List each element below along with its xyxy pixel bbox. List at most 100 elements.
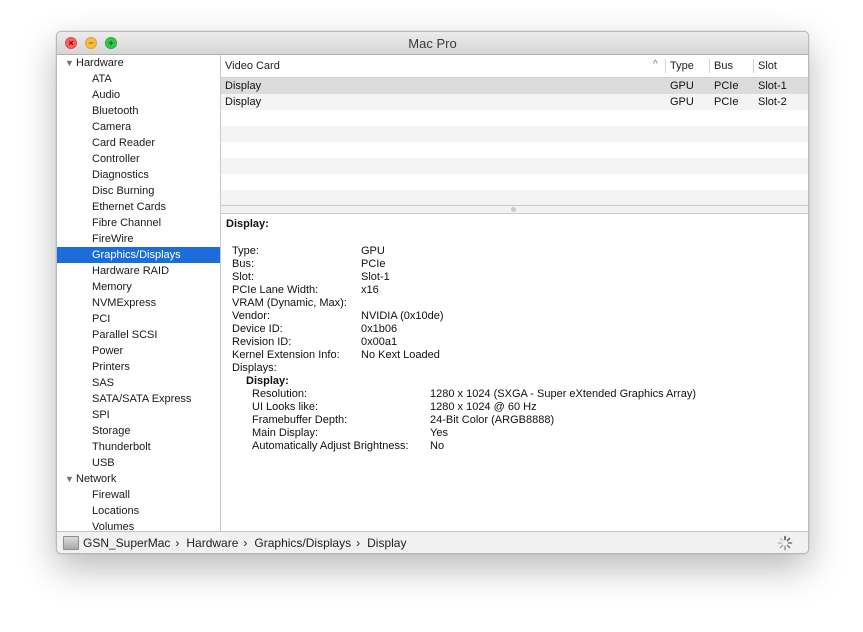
sort-ascending-icon[interactable]: ^ xyxy=(653,59,658,70)
table-cell: Slot-1 xyxy=(758,80,787,92)
sidebar-item[interactable]: Bluetooth xyxy=(57,103,220,119)
sidebar-item-label: SPI xyxy=(92,409,110,421)
divider-handle-icon[interactable] xyxy=(511,207,516,212)
disclosure-triangle-icon[interactable]: ▼ xyxy=(65,55,74,71)
sidebar: ▼ Hardware ATA Audio Bluetooth Camera Card Rea… xyxy=(57,55,221,531)
detail-field-label: UI Looks like: xyxy=(252,401,319,413)
detail-field-label: Kernel Extension Info: xyxy=(232,349,340,361)
table-cell: Display xyxy=(225,96,262,108)
detail-pane: Display: Type: GPU Bus: PCIe Slot: Slot-1 PCIe… xyxy=(221,214,808,531)
sidebar-item-label: Volumes xyxy=(92,521,135,531)
table-row xyxy=(221,110,808,126)
column-header-slot[interactable]: Slot xyxy=(758,55,777,77)
table-row xyxy=(221,142,808,158)
sidebar-item[interactable]: FireWire xyxy=(57,231,220,247)
detail-field-value: No xyxy=(430,440,445,452)
detail-field-label: Displays: xyxy=(232,362,277,374)
sidebar-item[interactable]: Locations xyxy=(57,503,220,519)
sidebar-item[interactable]: Disc Burning xyxy=(57,183,220,199)
sidebar-item-label: Fibre Channel xyxy=(92,217,162,229)
sidebar-item[interactable]: Storage xyxy=(57,423,220,439)
detail-subheading: Display: xyxy=(246,375,289,387)
sidebar-group[interactable]: ▼ Network xyxy=(57,471,220,487)
breadcrumb-separator: › xyxy=(243,536,248,550)
detail-field-label: Main Display: xyxy=(252,427,319,439)
sidebar-item-label: Audio xyxy=(92,89,121,101)
detail-field-value: 0x00a1 xyxy=(361,336,398,348)
column-divider[interactable] xyxy=(665,59,666,73)
sidebar-item[interactable]: Card Reader xyxy=(57,135,220,151)
column-divider[interactable] xyxy=(709,59,710,73)
sidebar-item-label: Graphics/Displays xyxy=(92,249,181,261)
sidebar-item[interactable]: Hardware RAID xyxy=(57,263,220,279)
sidebar-item-label: Card Reader xyxy=(92,137,155,149)
table-cell: Display xyxy=(225,80,262,92)
sidebar-item[interactable]: Firewall xyxy=(57,487,220,503)
table-row[interactable]: Display GPU PCIe Slot-1 xyxy=(221,78,808,94)
sidebar-item-label: SATA/SATA Express xyxy=(92,393,192,405)
sidebar-item-label: Memory xyxy=(92,281,132,293)
sidebar-item[interactable]: Thunderbolt xyxy=(57,439,220,455)
sidebar-item[interactable]: SPI xyxy=(57,407,220,423)
sidebar-item[interactable]: SAS xyxy=(57,375,220,391)
split-view-divider[interactable] xyxy=(221,205,808,214)
status-bar: GSN_SuperMac › Hardware › Graphics/Displays ›… xyxy=(57,531,808,553)
sidebar-item[interactable]: SATA/SATA Express xyxy=(57,391,220,407)
system-information-window: × − + Mac Pro ▼ Hardware ATA Audio Bluetooth… xyxy=(56,31,809,554)
sidebar-item-label: Parallel SCSI xyxy=(92,329,158,341)
column-header-video-card[interactable]: Video Card xyxy=(225,55,280,77)
table-cell: PCIe xyxy=(714,96,739,108)
breadcrumb-item[interactable]: Graphics/Displays xyxy=(254,535,351,551)
sidebar-group[interactable]: ▼ Hardware xyxy=(57,55,220,71)
sidebar-item[interactable]: Diagnostics xyxy=(57,167,220,183)
sidebar-item-label: Network xyxy=(76,473,117,485)
sidebar-item-label: Bluetooth xyxy=(92,105,139,117)
breadcrumb-item[interactable]: Display xyxy=(367,535,406,551)
sidebar-item[interactable]: Power xyxy=(57,343,220,359)
detail-field-value: GPU xyxy=(361,245,385,257)
sidebar-item-label: ATA xyxy=(92,73,112,85)
breadcrumb-separator: › xyxy=(356,536,361,550)
breadcrumb-item[interactable]: Hardware xyxy=(186,535,238,551)
sidebar-item-label: Disc Burning xyxy=(92,185,155,197)
detail-field-value: PCIe xyxy=(361,258,386,270)
window-title: Mac Pro xyxy=(408,36,457,51)
sidebar-item-label: Diagnostics xyxy=(92,169,149,181)
sidebar-item[interactable]: ATA xyxy=(57,71,220,87)
detail-field-label: Automatically Adjust Brightness: xyxy=(252,440,409,452)
column-divider[interactable] xyxy=(753,59,754,73)
sidebar-item[interactable]: Audio xyxy=(57,87,220,103)
detail-field-value: 24-Bit Color (ARGB8888) xyxy=(430,414,555,426)
sidebar-item[interactable]: Volumes xyxy=(57,519,220,531)
detail-field-label: Slot: xyxy=(232,271,255,283)
sidebar-item[interactable]: Parallel SCSI xyxy=(57,327,220,343)
sidebar-item-label: NVMExpress xyxy=(92,297,157,309)
sidebar-item[interactable]: Printers xyxy=(57,359,220,375)
sidebar-item-label: Camera xyxy=(92,121,132,133)
detail-field-label: Type: xyxy=(232,245,259,257)
table-row xyxy=(221,158,808,174)
sidebar-item[interactable]: Memory xyxy=(57,279,220,295)
column-header-type[interactable]: Type xyxy=(670,55,694,77)
sidebar-item-label: SAS xyxy=(92,377,115,389)
table-cell: GPU xyxy=(670,96,694,108)
sidebar-item-label: Hardware xyxy=(76,57,124,69)
sidebar-item[interactable]: Controller xyxy=(57,151,220,167)
detail-field-label: PCIe Lane Width: xyxy=(232,284,319,296)
breadcrumb-item[interactable]: GSN_SuperMac xyxy=(83,535,170,551)
sidebar-item[interactable]: Ethernet Cards xyxy=(57,199,220,215)
table-row[interactable]: Display GPU PCIe Slot-2 xyxy=(221,94,808,110)
sidebar-item[interactable]: Graphics/Displays xyxy=(57,247,220,263)
sidebar-item[interactable]: Camera xyxy=(57,119,220,135)
sidebar-item[interactable]: PCI xyxy=(57,311,220,327)
sidebar-item-label: Ethernet Cards xyxy=(92,201,166,213)
column-header-bus[interactable]: Bus xyxy=(714,55,733,77)
detail-field-value: Yes xyxy=(430,427,448,439)
detail-field-label: Bus: xyxy=(232,258,255,270)
disclosure-triangle-icon[interactable]: ▼ xyxy=(65,471,74,487)
sidebar-item[interactable]: NVMExpress xyxy=(57,295,220,311)
title-bar[interactable]: × − + Mac Pro xyxy=(57,32,808,55)
sidebar-item[interactable]: USB xyxy=(57,455,220,471)
sidebar-item[interactable]: Fibre Channel xyxy=(57,215,220,231)
sidebar-item-label: Power xyxy=(92,345,124,357)
